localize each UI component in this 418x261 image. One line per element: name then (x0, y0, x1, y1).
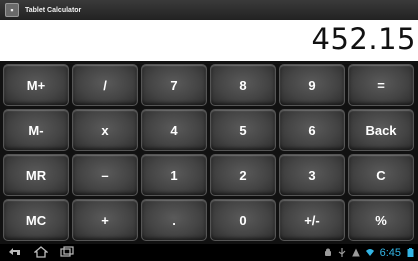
usb-icon (338, 248, 346, 257)
digit-6-button[interactable]: 6 (279, 109, 345, 151)
battery-icon (407, 248, 414, 257)
multiply-button[interactable]: x (72, 109, 138, 151)
digit-0-button[interactable]: 0 (210, 199, 276, 241)
status-area: 6:45 (324, 244, 414, 261)
recent-apps-icon[interactable] (60, 246, 74, 258)
memory-subtract-button[interactable]: M- (3, 109, 69, 151)
decimal-point-button[interactable]: . (141, 199, 207, 241)
digit-1-button[interactable]: 1 (141, 154, 207, 196)
calculator-app-icon: ▪ (5, 3, 19, 17)
digit-5-button[interactable]: 5 (210, 109, 276, 151)
wifi-icon (365, 249, 374, 256)
digit-3-button[interactable]: 3 (279, 154, 345, 196)
digit-9-button[interactable]: 9 (279, 64, 345, 106)
backspace-button[interactable]: Back (348, 109, 414, 151)
divide-button[interactable]: / (72, 64, 138, 106)
digit-7-button[interactable]: 7 (141, 64, 207, 106)
percent-button[interactable]: % (348, 199, 414, 241)
system-navigation-bar: 6:45 (0, 244, 418, 261)
back-icon[interactable] (8, 246, 22, 258)
warning-icon (351, 248, 360, 257)
status-clock: 6:45 (379, 246, 401, 259)
clear-button[interactable]: C (348, 154, 414, 196)
android-icon (324, 248, 331, 256)
memory-recall-button[interactable]: MR (3, 154, 69, 196)
equals-button[interactable]: = (348, 64, 414, 106)
title-bar: ▪ Tablet Calculator (0, 0, 418, 21)
toggle-sign-button[interactable]: +/- (279, 199, 345, 241)
app-title: Tablet Calculator (25, 6, 82, 14)
keypad: M+ / 7 8 9 = M- x 4 5 6 Back MR – 1 2 3 … (0, 61, 418, 244)
digit-2-button[interactable]: 2 (210, 154, 276, 196)
home-icon[interactable] (34, 246, 48, 258)
add-button[interactable]: + (72, 199, 138, 241)
digit-4-button[interactable]: 4 (141, 109, 207, 151)
memory-clear-button[interactable]: MC (3, 199, 69, 241)
digit-8-button[interactable]: 8 (210, 64, 276, 106)
memory-add-button[interactable]: M+ (3, 64, 69, 106)
subtract-button[interactable]: – (72, 154, 138, 196)
result-display: 452.15 (0, 20, 418, 61)
display-value: 452.15 (311, 22, 416, 56)
